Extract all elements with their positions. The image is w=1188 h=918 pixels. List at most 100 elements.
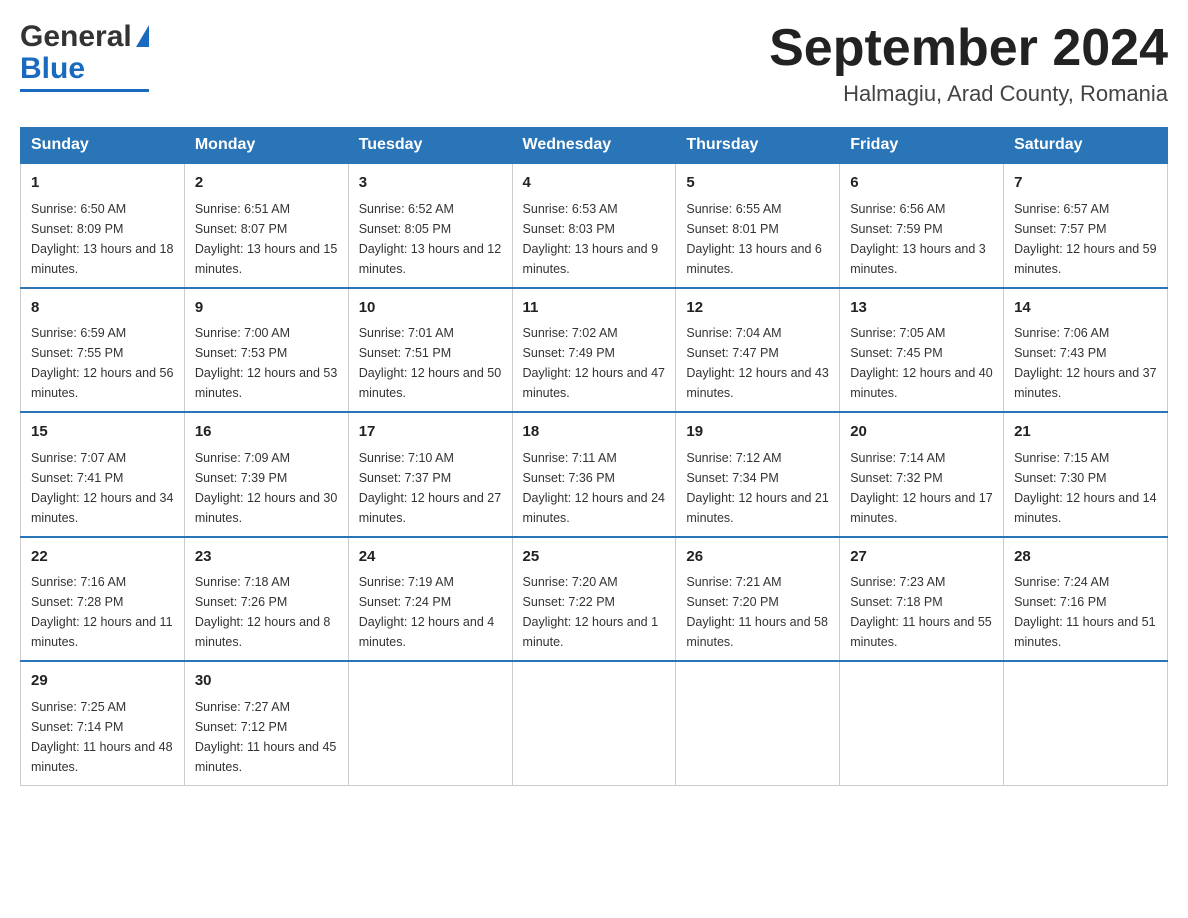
day-number: 5: [686, 172, 829, 195]
title-section: September 2024 Halmagiu, Arad County, Ro…: [769, 20, 1168, 107]
calendar-day-18: 18Sunrise: 7:11 AMSunset: 7:36 PMDayligh…: [512, 412, 676, 537]
weekday-header-tuesday: Tuesday: [348, 128, 512, 164]
day-info: Sunrise: 7:05 AMSunset: 7:45 PMDaylight:…: [850, 323, 993, 403]
logo-blue: Blue: [20, 52, 85, 86]
calendar-day-25: 25 Sunrise: 7:20 AMSunset: 7:22 PMDayligh…: [512, 537, 676, 662]
calendar-day-19: 19Sunrise: 7:12 AMSunset: 7:34 PMDayligh…: [676, 412, 840, 537]
day-number: 2: [195, 172, 338, 195]
page-header: General Blue September 2024 Halmagiu, Ar…: [20, 20, 1168, 107]
day-info: Sunrise: 7:19 AMSunset: 7:24 PMDaylight:…: [359, 572, 502, 652]
weekday-header-saturday: Saturday: [1004, 128, 1168, 164]
day-info: Sunrise: 6:59 AMSunset: 7:55 PMDaylight:…: [31, 323, 174, 403]
calendar-table: SundayMondayTuesdayWednesdayThursdayFrid…: [20, 127, 1168, 786]
day-info: Sunrise: 7:04 AMSunset: 7:47 PMDaylight:…: [686, 323, 829, 403]
day-number: 27: [850, 546, 993, 569]
day-number: 10: [359, 297, 502, 320]
day-number: 21: [1014, 421, 1157, 444]
day-number: 26: [686, 546, 829, 569]
day-number: 3: [359, 172, 502, 195]
day-info: Sunrise: 6:53 AMSunset: 8:03 PMDaylight:…: [523, 199, 666, 279]
day-number: 8: [31, 297, 174, 320]
day-number: 14: [1014, 297, 1157, 320]
day-number: 25: [523, 546, 666, 569]
calendar-day-3: 3Sunrise: 6:52 AMSunset: 8:05 PMDaylight…: [348, 163, 512, 288]
day-info: Sunrise: 7:16 AMSunset: 7:28 PMDaylight:…: [31, 572, 174, 652]
calendar-subtitle: Halmagiu, Arad County, Romania: [769, 81, 1168, 107]
day-info: Sunrise: 7:21 AMSunset: 7:20 PMDaylight:…: [686, 572, 829, 652]
day-number: 24: [359, 546, 502, 569]
day-number: 30: [195, 670, 338, 693]
day-info: Sunrise: 6:50 AMSunset: 8:09 PMDaylight:…: [31, 199, 174, 279]
calendar-day-13: 13 Sunrise: 7:05 AMSunset: 7:45 PMDayligh…: [840, 288, 1004, 413]
day-info: Sunrise: 7:00 AMSunset: 7:53 PMDaylight:…: [195, 323, 338, 403]
day-number: 7: [1014, 172, 1157, 195]
day-number: 13: [850, 297, 993, 320]
calendar-day-9: 9 Sunrise: 7:00 AMSunset: 7:53 PMDaylight…: [184, 288, 348, 413]
calendar-week-4: 22 Sunrise: 7:16 AMSunset: 7:28 PMDayligh…: [21, 537, 1168, 662]
calendar-day-1: 1Sunrise: 6:50 AMSunset: 8:09 PMDaylight…: [21, 163, 185, 288]
calendar-day-14: 14 Sunrise: 7:06 AMSunset: 7:43 PMDayligh…: [1004, 288, 1168, 413]
calendar-day-27: 27 Sunrise: 7:23 AMSunset: 7:18 PMDayligh…: [840, 537, 1004, 662]
calendar-empty-cell: [676, 661, 840, 785]
logo-general: General: [20, 20, 132, 54]
day-number: 29: [31, 670, 174, 693]
day-info: Sunrise: 7:23 AMSunset: 7:18 PMDaylight:…: [850, 572, 993, 652]
calendar-day-8: 8 Sunrise: 6:59 AMSunset: 7:55 PMDaylight…: [21, 288, 185, 413]
calendar-day-15: 15Sunrise: 7:07 AMSunset: 7:41 PMDayligh…: [21, 412, 185, 537]
calendar-week-5: 29 Sunrise: 7:25 AMSunset: 7:14 PMDayligh…: [21, 661, 1168, 785]
weekday-header-wednesday: Wednesday: [512, 128, 676, 164]
calendar-day-17: 17Sunrise: 7:10 AMSunset: 7:37 PMDayligh…: [348, 412, 512, 537]
calendar-day-30: 30Sunrise: 7:27 AMSunset: 7:12 PMDayligh…: [184, 661, 348, 785]
calendar-day-28: 28 Sunrise: 7:24 AMSunset: 7:16 PMDayligh…: [1004, 537, 1168, 662]
day-info: Sunrise: 7:11 AMSunset: 7:36 PMDaylight:…: [523, 448, 666, 528]
day-number: 22: [31, 546, 174, 569]
day-number: 6: [850, 172, 993, 195]
day-info: Sunrise: 6:57 AMSunset: 7:57 PMDaylight:…: [1014, 199, 1157, 279]
calendar-empty-cell: [840, 661, 1004, 785]
calendar-day-29: 29 Sunrise: 7:25 AMSunset: 7:14 PMDayligh…: [21, 661, 185, 785]
day-number: 20: [850, 421, 993, 444]
day-number: 16: [195, 421, 338, 444]
calendar-empty-cell: [1004, 661, 1168, 785]
day-info: Sunrise: 7:14 AMSunset: 7:32 PMDaylight:…: [850, 448, 993, 528]
day-info: Sunrise: 6:51 AMSunset: 8:07 PMDaylight:…: [195, 199, 338, 279]
calendar-day-16: 16 Sunrise: 7:09 AMSunset: 7:39 PMDayligh…: [184, 412, 348, 537]
day-info: Sunrise: 7:18 AMSunset: 7:26 PMDaylight:…: [195, 572, 338, 652]
day-info: Sunrise: 7:25 AMSunset: 7:14 PMDaylight:…: [31, 697, 174, 777]
calendar-day-23: 23 Sunrise: 7:18 AMSunset: 7:26 PMDayligh…: [184, 537, 348, 662]
logo-triangle-icon: [136, 25, 149, 47]
day-info: Sunrise: 7:12 AMSunset: 7:34 PMDaylight:…: [686, 448, 829, 528]
day-number: 12: [686, 297, 829, 320]
day-number: 15: [31, 421, 174, 444]
weekday-header-thursday: Thursday: [676, 128, 840, 164]
day-number: 11: [523, 297, 666, 320]
day-info: Sunrise: 6:56 AMSunset: 7:59 PMDaylight:…: [850, 199, 993, 279]
weekday-header-row: SundayMondayTuesdayWednesdayThursdayFrid…: [21, 128, 1168, 164]
day-info: Sunrise: 7:24 AMSunset: 7:16 PMDaylight:…: [1014, 572, 1157, 652]
calendar-day-11: 11Sunrise: 7:02 AMSunset: 7:49 PMDayligh…: [512, 288, 676, 413]
calendar-empty-cell: [348, 661, 512, 785]
day-number: 4: [523, 172, 666, 195]
day-info: Sunrise: 7:01 AMSunset: 7:51 PMDaylight:…: [359, 323, 502, 403]
calendar-day-20: 20 Sunrise: 7:14 AMSunset: 7:32 PMDayligh…: [840, 412, 1004, 537]
day-number: 9: [195, 297, 338, 320]
calendar-day-24: 24 Sunrise: 7:19 AMSunset: 7:24 PMDayligh…: [348, 537, 512, 662]
day-number: 23: [195, 546, 338, 569]
day-info: Sunrise: 7:06 AMSunset: 7:43 PMDaylight:…: [1014, 323, 1157, 403]
weekday-header-monday: Monday: [184, 128, 348, 164]
day-number: 28: [1014, 546, 1157, 569]
day-info: Sunrise: 7:20 AMSunset: 7:22 PMDaylight:…: [523, 572, 666, 652]
calendar-title: September 2024: [769, 20, 1168, 77]
calendar-week-3: 15Sunrise: 7:07 AMSunset: 7:41 PMDayligh…: [21, 412, 1168, 537]
logo: General Blue: [20, 20, 149, 92]
calendar-day-7: 7 Sunrise: 6:57 AMSunset: 7:57 PMDaylight…: [1004, 163, 1168, 288]
calendar-empty-cell: [512, 661, 676, 785]
day-info: Sunrise: 7:10 AMSunset: 7:37 PMDaylight:…: [359, 448, 502, 528]
day-info: Sunrise: 7:09 AMSunset: 7:39 PMDaylight:…: [195, 448, 338, 528]
calendar-week-1: 1Sunrise: 6:50 AMSunset: 8:09 PMDaylight…: [21, 163, 1168, 288]
calendar-day-21: 21 Sunrise: 7:15 AMSunset: 7:30 PMDayligh…: [1004, 412, 1168, 537]
calendar-day-26: 26 Sunrise: 7:21 AMSunset: 7:20 PMDayligh…: [676, 537, 840, 662]
calendar-week-2: 8 Sunrise: 6:59 AMSunset: 7:55 PMDaylight…: [21, 288, 1168, 413]
weekday-header-friday: Friday: [840, 128, 1004, 164]
day-info: Sunrise: 7:15 AMSunset: 7:30 PMDaylight:…: [1014, 448, 1157, 528]
